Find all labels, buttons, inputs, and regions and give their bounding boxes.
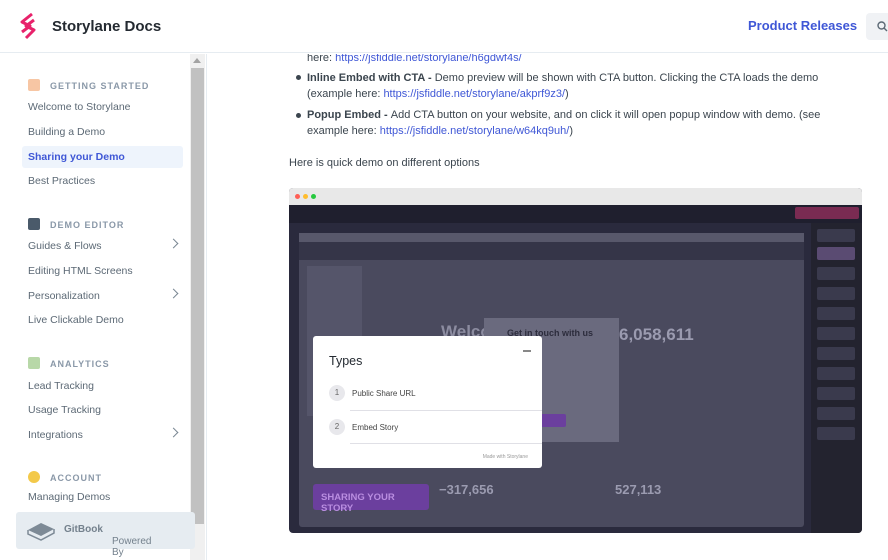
chevron-right-icon[interactable] bbox=[168, 288, 179, 299]
panel-item bbox=[817, 247, 855, 260]
panel-item bbox=[817, 307, 855, 320]
chart-icon bbox=[28, 357, 40, 369]
face-icon bbox=[28, 471, 40, 483]
sidebar-item-editing-html[interactable]: Editing HTML Screens bbox=[22, 260, 183, 282]
sidebar-item-usage-tracking[interactable]: Usage Tracking bbox=[22, 399, 183, 421]
sidebar-item-live-clickable[interactable]: Live Clickable Demo bbox=[22, 309, 183, 331]
section-analytics: ANALYTICS bbox=[28, 357, 110, 369]
jsfiddle-link-3[interactable]: https://jsfiddle.net/storylane/w64kq9uh/ bbox=[380, 125, 570, 137]
sidebar-item-managing-demos[interactable]: Managing Demos bbox=[22, 486, 183, 508]
paragraph-line: here: https://jsfiddle.net/storylane/h6g… bbox=[307, 54, 522, 64]
browser-chrome bbox=[289, 188, 862, 205]
search-button[interactable] bbox=[866, 13, 888, 40]
divider bbox=[350, 443, 542, 444]
demo-stat-1: 6,058,611 bbox=[619, 325, 694, 344]
maximize-dot-icon bbox=[311, 194, 316, 199]
panel-item bbox=[817, 287, 855, 300]
chevron-right-icon[interactable] bbox=[168, 427, 179, 438]
panel-item bbox=[817, 387, 855, 400]
section-demo-editor: DEMO EDITOR bbox=[28, 218, 124, 230]
minimize-icon[interactable] bbox=[523, 350, 531, 352]
jsfiddle-link-1[interactable]: https://jsfiddle.net/storylane/h6gdwf4s/ bbox=[335, 54, 522, 64]
demo-inner-chrome bbox=[299, 233, 804, 242]
sharing-your-story-button[interactable]: SHARING YOUR STORY bbox=[313, 484, 429, 514]
option-embed-story[interactable]: Embed Story bbox=[352, 423, 398, 432]
sidebar-item-label: Integrations bbox=[28, 429, 83, 441]
bullet-dot bbox=[296, 75, 301, 80]
sidebar-item-integrations[interactable]: Integrations bbox=[22, 424, 183, 446]
types-popup[interactable]: Types 1 Public Share URL 2 Embed Story M… bbox=[313, 336, 542, 468]
option-number: 2 bbox=[329, 419, 345, 435]
panel-item bbox=[817, 347, 855, 360]
computer-icon bbox=[28, 218, 40, 230]
panel-item bbox=[817, 427, 855, 440]
sidebar-item-lead-tracking[interactable]: Lead Tracking bbox=[22, 375, 183, 397]
demo-stat-2: −317,656 bbox=[439, 482, 494, 497]
option-public-share-url[interactable]: Public Share URL bbox=[352, 389, 416, 398]
sidebar-item-personalization[interactable]: Personalization bbox=[22, 285, 183, 307]
made-with-label: Made with Storylane bbox=[482, 454, 528, 460]
storylane-logo-icon[interactable] bbox=[18, 12, 38, 40]
gitbook-icon bbox=[27, 523, 55, 541]
site-title[interactable]: Storylane Docs bbox=[52, 18, 161, 35]
scroll-up-arrow-icon[interactable] bbox=[193, 58, 201, 63]
demo-appbar bbox=[289, 205, 862, 223]
search-icon bbox=[877, 21, 888, 32]
demo-embed[interactable]: Welco Get in touch with us 6,058,611 −31… bbox=[289, 188, 862, 533]
product-releases-link[interactable]: Product Releases bbox=[748, 18, 857, 33]
rocket-icon bbox=[28, 79, 40, 91]
panel-item bbox=[817, 229, 855, 242]
bullet-dot bbox=[296, 113, 301, 118]
sidebar: GETTING STARTED Welcome to Storylane Bui… bbox=[0, 54, 207, 560]
paragraph-line: (example here: https://jsfiddle.net/stor… bbox=[307, 88, 569, 100]
paragraph-line: example here: https://jsfiddle.net/story… bbox=[307, 125, 573, 137]
top-header: Storylane Docs Product Releases bbox=[0, 0, 888, 53]
sidebar-item-best-practices[interactable]: Best Practices bbox=[22, 170, 183, 192]
panel-item bbox=[817, 327, 855, 340]
scrollbar-thumb[interactable] bbox=[191, 68, 204, 524]
panel-item bbox=[817, 367, 855, 380]
sidebar-item-building-demo[interactable]: Building a Demo bbox=[22, 121, 183, 143]
main-content: here: https://jsfiddle.net/storylane/h6g… bbox=[208, 54, 888, 560]
divider bbox=[350, 410, 542, 411]
section-getting-started: GETTING STARTED bbox=[28, 79, 149, 91]
sidebar-item-sharing-demo[interactable]: Sharing your Demo bbox=[22, 146, 183, 168]
sidebar-item-guides-flows[interactable]: Guides & Flows bbox=[22, 235, 183, 257]
sidebar-item-label: Guides & Flows bbox=[28, 240, 102, 252]
minimize-dot-icon bbox=[303, 194, 308, 199]
powered-by-gitbook[interactable]: Powered By GitBook bbox=[16, 512, 195, 558]
panel-item bbox=[817, 267, 855, 280]
jsfiddle-link-2[interactable]: https://jsfiddle.net/storylane/akprf9z3/ bbox=[383, 88, 565, 100]
intro-text: Here is quick demo on different options bbox=[289, 157, 480, 169]
section-account: ACCOUNT bbox=[28, 471, 102, 483]
sidebar-item-label: Personalization bbox=[28, 290, 100, 302]
panel-item bbox=[817, 407, 855, 420]
demo-right-panel bbox=[811, 223, 862, 533]
chevron-right-icon[interactable] bbox=[168, 238, 179, 249]
option-number: 1 bbox=[329, 385, 345, 401]
sidebar-item-welcome[interactable]: Welcome to Storylane bbox=[22, 96, 183, 118]
demo-stat-3: 527,113 bbox=[615, 482, 662, 497]
popup-title: Types bbox=[329, 354, 363, 368]
publish-button bbox=[795, 207, 859, 219]
demo-inner-nav bbox=[299, 242, 804, 260]
close-dot-icon bbox=[295, 194, 300, 199]
